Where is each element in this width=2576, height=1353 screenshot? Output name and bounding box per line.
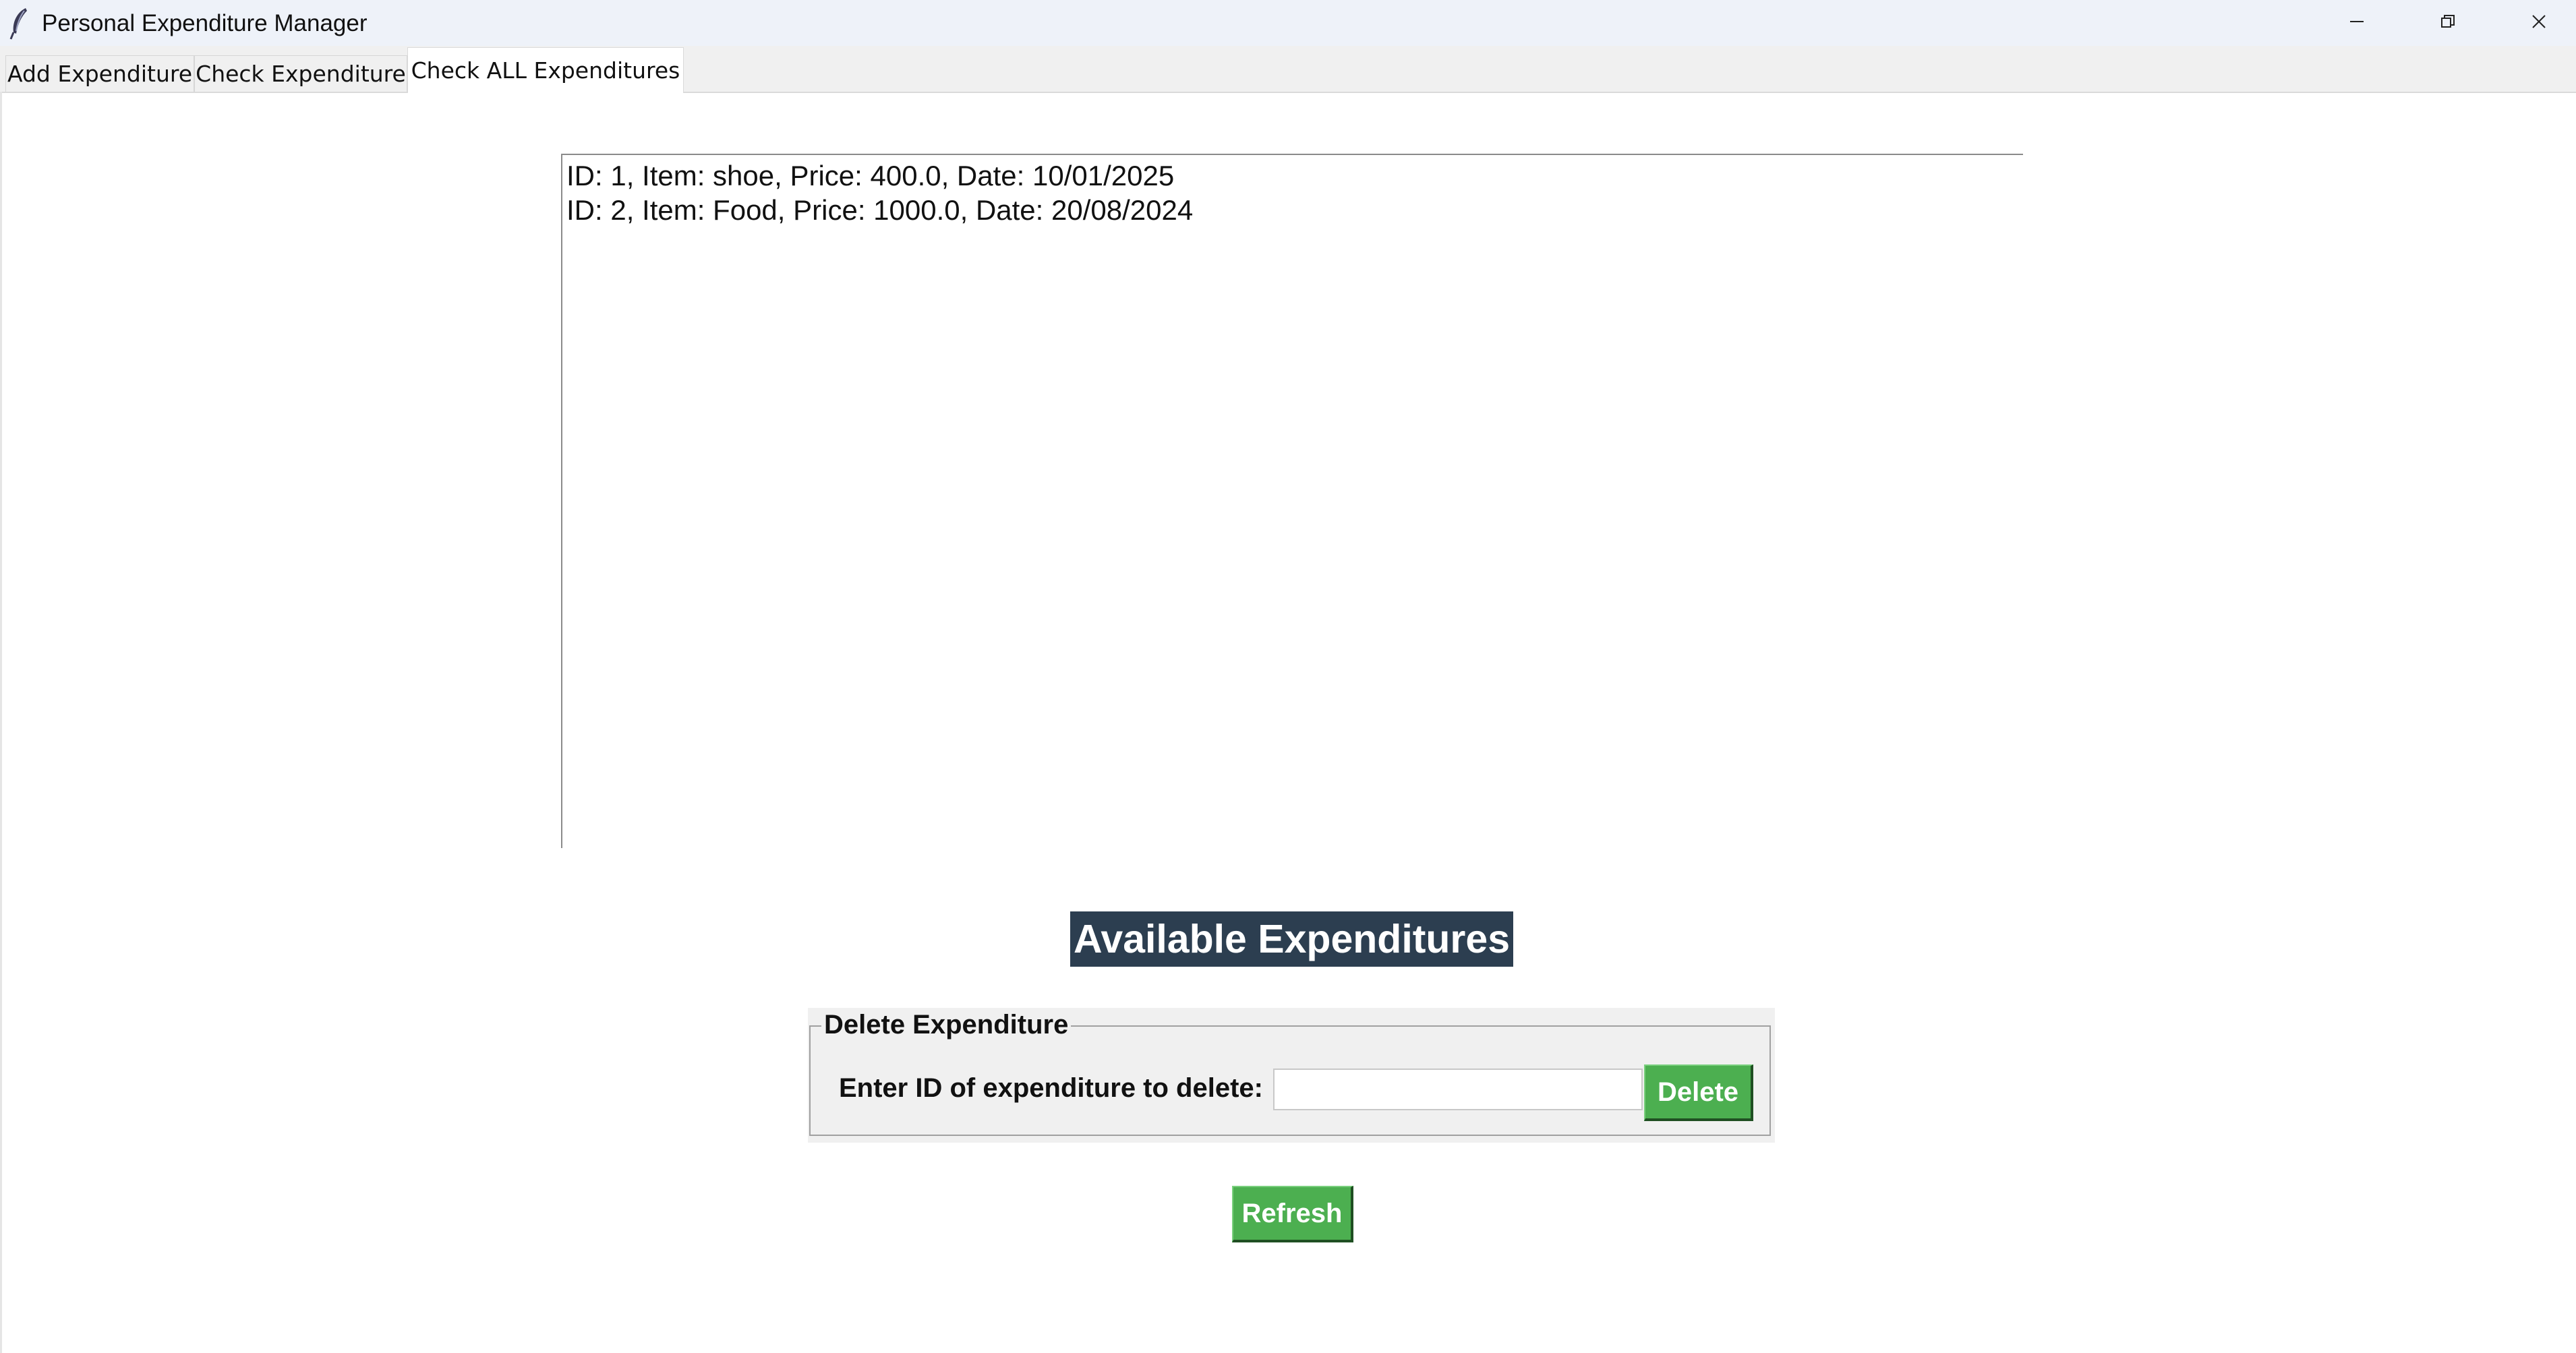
- tab-check-expenditure[interactable]: Check Expenditure: [194, 55, 407, 92]
- delete-button[interactable]: Delete: [1644, 1064, 1753, 1121]
- close-icon: [2529, 12, 2548, 34]
- close-button[interactable]: [2502, 0, 2576, 46]
- maximize-button[interactable]: [2411, 0, 2485, 46]
- delete-expenditure-group: Delete Expenditure Enter ID of expenditu…: [808, 1008, 1775, 1143]
- group-legend: Delete Expenditure: [821, 1008, 1072, 1042]
- minimize-button[interactable]: [2320, 0, 2394, 46]
- tab-add-expenditure[interactable]: Add Expenditure: [5, 55, 194, 92]
- expenditure-list[interactable]: ID: 1, Item: shoe, Price: 400.0, Date: 1…: [561, 154, 2023, 848]
- page-title: Available Expenditures: [1070, 911, 1513, 967]
- tab-check-all-expenditures[interactable]: Check ALL Expenditures: [407, 47, 684, 93]
- list-item[interactable]: ID: 1, Item: shoe, Price: 400.0, Date: 1…: [566, 159, 1174, 193]
- list-item[interactable]: ID: 2, Item: Food, Price: 1000.0, Date: …: [566, 193, 1193, 227]
- delete-id-input[interactable]: [1273, 1069, 1643, 1110]
- tab-bar: Add Expenditure Check Expenditure Check …: [0, 46, 2576, 93]
- maximize-icon: [2438, 12, 2457, 34]
- title-bar: Personal Expenditure Manager: [0, 0, 2576, 46]
- minimize-icon: [2347, 12, 2366, 34]
- window-title: Personal Expenditure Manager: [42, 10, 368, 36]
- feather-icon: [5, 5, 35, 40]
- refresh-button[interactable]: Refresh: [1232, 1186, 1353, 1242]
- delete-id-label: Enter ID of expenditure to delete:: [839, 1073, 1263, 1103]
